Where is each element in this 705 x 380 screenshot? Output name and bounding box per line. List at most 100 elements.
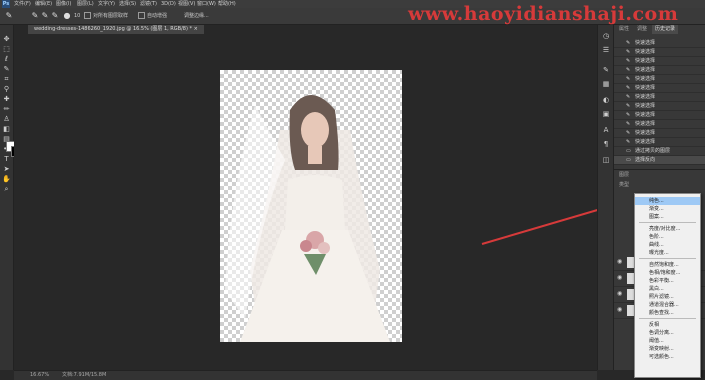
layer-comps-icon[interactable]: ◫	[601, 155, 611, 165]
menu-edit[interactable]: 编辑(E)	[35, 0, 52, 8]
menu-item-threshold[interactable]: 阈值...	[635, 337, 700, 345]
history-item-label: 快速选择	[635, 76, 656, 82]
path-select-tool-icon[interactable]: ➤	[1, 165, 12, 174]
tab-adjustments[interactable]: 调整	[634, 25, 650, 34]
history-item[interactable]: ▭ 通过拷贝的图层	[614, 147, 705, 156]
paragraph-panel-icon[interactable]: ¶	[601, 139, 611, 149]
swatches-panel-icon[interactable]: ▦	[601, 79, 611, 89]
selection-icon: ▭	[626, 156, 631, 163]
menu-window[interactable]: 窗口(W)	[197, 0, 216, 8]
document-canvas[interactable]	[220, 70, 402, 342]
menu-select[interactable]: 选择(S)	[119, 0, 136, 8]
menu-item-solid-color[interactable]: 纯色...	[635, 197, 700, 205]
history-item[interactable]: ✎ 快速选择	[614, 75, 705, 84]
menu-item-vibrance[interactable]: 自然饱和度...	[635, 261, 700, 269]
history-item[interactable]: ✎ 快速选择	[614, 93, 705, 102]
history-item[interactable]: ✎ 快速选择	[614, 39, 705, 48]
quick-select-icon: ✎	[626, 57, 631, 64]
crop-tool-icon[interactable]: ⌗	[1, 75, 12, 84]
history-item[interactable]: ✎ 快速选择	[614, 120, 705, 129]
menu-item-black-white[interactable]: 黑白...	[635, 285, 700, 293]
menu-image[interactable]: 图像(I)	[56, 0, 71, 8]
brush-tool-icon[interactable]: ✏	[1, 105, 12, 114]
brush-size-value[interactable]: 10	[74, 11, 80, 21]
stamp-tool-icon[interactable]: ♙	[1, 115, 12, 124]
history-item-label: 通过拷贝的图层	[635, 148, 671, 154]
eye-icon[interactable]: ◉	[617, 259, 623, 265]
menu-view[interactable]: 视图(V)	[178, 0, 195, 8]
quick-select-tool-icon[interactable]: ✎	[4, 11, 14, 21]
healing-tool-icon[interactable]: ✚	[1, 95, 12, 104]
history-item-label: 快速选择	[635, 49, 656, 55]
bride-image	[225, 95, 390, 342]
menu-type[interactable]: 文字(Y)	[98, 0, 115, 8]
move-tool-icon[interactable]: ✥	[1, 35, 12, 44]
tab-layers[interactable]: 图层	[616, 171, 632, 180]
brush-size-icon[interactable]: ●	[62, 11, 72, 21]
menu-file[interactable]: 文件(F)	[14, 0, 31, 8]
quick-select-icon: ✎	[626, 48, 631, 55]
menu-item-selective-color[interactable]: 可选颜色...	[635, 353, 700, 361]
quick-select-icon: ✎	[626, 138, 631, 145]
brush-panel-icon[interactable]: ✎	[601, 65, 611, 75]
menu-separator	[639, 258, 696, 259]
zoom-tool-icon[interactable]: ⌕	[1, 185, 12, 194]
menu-filter[interactable]: 滤镜(T)	[140, 0, 157, 8]
add-selection-icon[interactable]: ✎	[40, 11, 50, 21]
menu-item-gradient[interactable]: 渐变...	[635, 205, 700, 213]
menu-item-curves[interactable]: 曲线...	[635, 241, 700, 249]
refine-edge-button[interactable]: 调整边缘...	[184, 11, 209, 21]
history-item[interactable]: ✎ 快速选择	[614, 138, 705, 147]
eraser-tool-icon[interactable]: ◧	[1, 125, 12, 134]
menu-item-exposure[interactable]: 曝光度...	[635, 249, 700, 257]
hand-tool-icon[interactable]: ✋	[1, 175, 12, 184]
styles-panel-icon[interactable]: ▣	[601, 109, 611, 119]
lasso-tool-icon[interactable]: ℓ	[1, 55, 12, 64]
history-item-label: 快速选择	[635, 139, 656, 145]
history-item[interactable]: ✎ 快速选择	[614, 129, 705, 138]
new-selection-icon[interactable]: ✎	[30, 11, 40, 21]
history-item[interactable]: ✎ 快速选择	[614, 84, 705, 93]
menu-item-photo-filter[interactable]: 照片滤镜...	[635, 293, 700, 301]
menu-item-color-lookup[interactable]: 颜色查找...	[635, 309, 700, 317]
adjustments-panel-icon[interactable]: ◐	[601, 95, 611, 105]
quick-select-icon: ✎	[626, 39, 631, 46]
eye-icon[interactable]: ◉	[617, 291, 623, 297]
eye-icon[interactable]: ◉	[617, 275, 623, 281]
menu-item-brightness-contrast[interactable]: 亮度/对比度...	[635, 225, 700, 233]
document-tab[interactable]: wedding-dresses-1486260_1920.jpg @ 16.5%…	[28, 25, 204, 34]
history-item[interactable]: ✎ 快速选择	[614, 66, 705, 75]
quick-select-tool-icon[interactable]: ✎	[1, 65, 12, 74]
menu-item-color-balance[interactable]: 色彩平衡...	[635, 277, 700, 285]
menu-item-hue-saturation[interactable]: 色相/饱和度...	[635, 269, 700, 277]
eyedropper-tool-icon[interactable]: ⚲	[1, 85, 12, 94]
subtract-selection-icon[interactable]: ✎	[50, 11, 60, 21]
auto-enhance-checkbox[interactable]: 自动增强	[138, 11, 167, 21]
menu-3d[interactable]: 3D(D)	[161, 0, 176, 8]
menu-item-pattern[interactable]: 图案...	[635, 213, 700, 221]
history-item[interactable]: ✎ 快速选择	[614, 57, 705, 66]
history-item[interactable]: ✎ 快速选择	[614, 48, 705, 57]
menu-item-levels[interactable]: 色阶...	[635, 233, 700, 241]
history-panel-icon[interactable]: ◷	[601, 31, 611, 41]
layer-filter-kind[interactable]: 类型	[616, 181, 632, 190]
tab-history[interactable]: 历史记录	[652, 25, 679, 34]
menu-layer[interactable]: 图层(L)	[77, 0, 94, 8]
character-panel-icon[interactable]: A	[601, 125, 611, 135]
eye-icon[interactable]: ◉	[617, 307, 623, 313]
tab-properties[interactable]: 属性	[616, 25, 632, 34]
quick-select-icon: ✎	[626, 111, 631, 118]
sample-all-layers-checkbox[interactable]: 对所有图层取样	[84, 11, 128, 21]
history-item[interactable]: ▭ 选择反向	[614, 156, 705, 165]
properties-panel-icon[interactable]: ☰	[601, 45, 611, 55]
menu-item-channel-mixer[interactable]: 通道混合器...	[635, 301, 700, 309]
panel-icon-strip: ◷ ☰ ✎ ▦ ◐ ▣ A ¶ ◫	[597, 25, 614, 370]
history-item[interactable]: ✎ 快速选择	[614, 102, 705, 111]
menu-item-invert[interactable]: 反相	[635, 321, 700, 329]
history-item-label: 快速选择	[635, 40, 656, 46]
menu-item-posterize[interactable]: 色调分离...	[635, 329, 700, 337]
history-item[interactable]: ✎ 快速选择	[614, 111, 705, 120]
menu-help[interactable]: 帮助(H)	[218, 0, 236, 8]
marquee-tool-icon[interactable]: ⬚	[1, 45, 12, 54]
menu-item-gradient-map[interactable]: 渐变映射...	[635, 345, 700, 353]
